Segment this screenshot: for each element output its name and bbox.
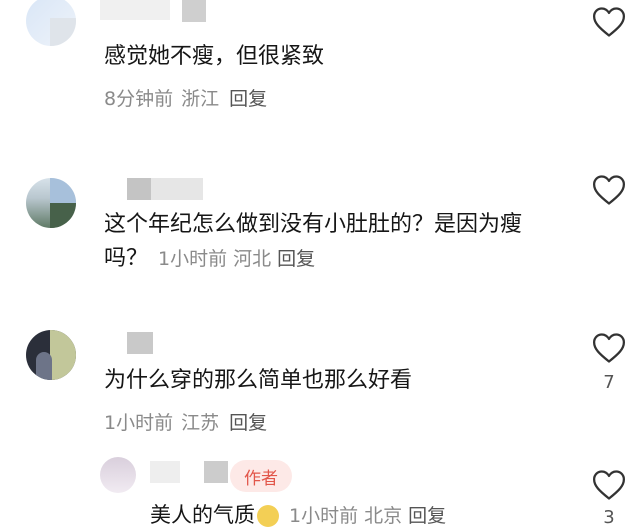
avatar[interactable] <box>26 0 76 46</box>
comment-text: 这个年纪怎么做到没有小肚肚的？是因为瘦吗？ 1小时前 河北 回复 <box>104 208 554 276</box>
reply-button[interactable]: 回复 <box>229 412 267 434</box>
comment-location: 浙江 <box>181 88 220 110</box>
heart-icon[interactable] <box>592 332 626 364</box>
comment-body: 美人的气质 <box>150 503 255 527</box>
comment-meta: 1小时前 河北 回复 <box>158 248 315 270</box>
username-blurred[interactable] <box>150 461 228 483</box>
username-blurred[interactable] <box>127 332 153 354</box>
avatar[interactable] <box>100 457 136 493</box>
username-blurred[interactable] <box>100 0 206 22</box>
comment-item: 3 美人的气质 1小时前 北京 回复 <box>0 455 640 528</box>
comment-time: 1小时前 <box>158 248 228 270</box>
heart-icon[interactable] <box>592 469 626 501</box>
avatar[interactable] <box>26 330 76 380</box>
comment-time: 1小时前 <box>104 412 174 434</box>
heart-icon[interactable] <box>592 6 626 38</box>
comment-item: 这个年纪怎么做到没有小肚肚的？是因为瘦吗？ 1小时前 河北 回复 <box>0 170 640 320</box>
heart-icon[interactable] <box>592 174 626 206</box>
reply-button[interactable]: 回复 <box>277 248 315 270</box>
reply-button[interactable]: 回复 <box>229 88 267 110</box>
comment-time: 8分钟前 <box>104 88 174 110</box>
like-count: 7 <box>603 372 615 393</box>
comment-time: 1小时前 <box>289 505 359 527</box>
emoji-face-icon <box>257 505 279 527</box>
comment-meta: 8分钟前 浙江 回复 <box>104 84 267 111</box>
author-badge: 作者 <box>230 460 292 492</box>
comment-text: 感觉她不瘦，但很紧致 <box>104 44 325 69</box>
like-count: 3 <box>603 507 615 528</box>
comment-meta: 1小时前 江苏 回复 <box>104 408 267 435</box>
comment-text: 为什么穿的那么简单也那么好看 <box>104 368 413 393</box>
comment-item: 感觉她不瘦，但很紧致 8分钟前 浙江 回复 <box>0 0 640 150</box>
comment-item: 为什么穿的那么简单也那么好看 1小时前 江苏 回复 7 <box>0 328 640 448</box>
comment-text: 美人的气质 1小时前 北京 回复 <box>150 499 446 529</box>
reply-button[interactable]: 回复 <box>408 505 446 527</box>
comment-meta: 1小时前 北京 回复 <box>289 505 446 527</box>
comment-location: 北京 <box>364 505 403 527</box>
avatar[interactable] <box>26 178 76 228</box>
username-blurred[interactable] <box>127 178 203 200</box>
comment-location: 江苏 <box>181 412 220 434</box>
comment-location: 河北 <box>233 248 272 270</box>
